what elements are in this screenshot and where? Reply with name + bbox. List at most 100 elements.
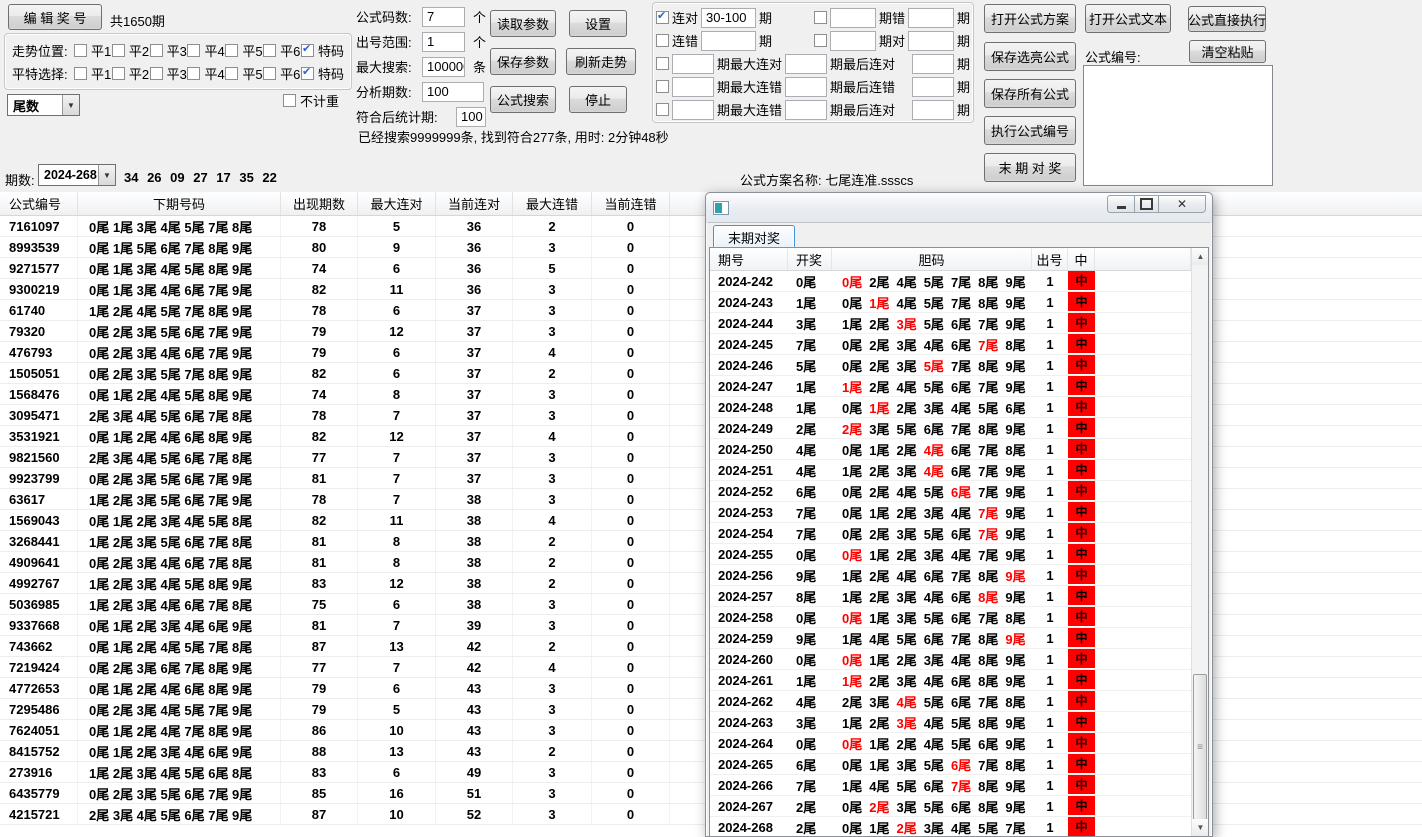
sel-check-平5[interactable]: 平5 [225,64,262,83]
checkbox-checked[interactable] [301,67,314,80]
close-icon[interactable] [1159,195,1206,213]
checkbox-unchecked[interactable] [187,67,200,80]
dialog-table-row[interactable]: 2024-2481尾0尾1尾2尾3尾4尾5尾6尾1中 [710,397,1191,418]
sel-check-平6[interactable]: 平6 [263,64,300,83]
pos-check-平3[interactable]: 平3 [150,41,187,60]
checkbox-unchecked[interactable] [263,44,276,57]
dialog-header-cell[interactable]: 期号 [710,248,788,270]
save-highlighted-formula-button[interactable]: 保存选亮公式 [984,42,1076,71]
dialog-table-row[interactable]: 2024-2537尾0尾1尾2尾3尾4尾7尾9尾1中 [710,502,1191,523]
dialog-titlebar[interactable] [706,193,1212,223]
dialog-table-row[interactable]: 2024-2633尾1尾2尾3尾4尾5尾8尾9尾1中 [710,712,1191,733]
dialog-table-row[interactable]: 2024-2667尾1尾4尾5尾6尾7尾8尾9尾1中 [710,775,1191,796]
condition-input[interactable] [785,100,827,120]
condition-input[interactable] [701,31,756,51]
maximize-button[interactable] [1135,195,1159,213]
main-header-cell[interactable]: 下期号码 [78,192,281,215]
last-period-check-button[interactable]: 末 期 对 奖 [984,153,1076,182]
sel-check-平1[interactable]: 平1 [74,64,111,83]
chevron-down-icon[interactable]: ▼ [98,165,115,185]
pos-check-平2[interactable]: 平2 [112,41,149,60]
param-input[interactable]: 100 [456,107,486,127]
condition-checkbox-unchecked[interactable] [656,57,669,70]
tail-type-dropdown[interactable]: 尾数 ▼ [7,94,80,116]
condition-input[interactable] [912,77,954,97]
exec-formula-number-button[interactable]: 执行公式编号 [984,116,1076,145]
checkbox-checked[interactable] [301,44,314,57]
checkbox-unchecked[interactable] [150,67,163,80]
main-header-cell[interactable]: 最大连对 [358,192,436,215]
checkbox-unchecked[interactable] [150,44,163,57]
dialog-table-row[interactable]: 2024-2465尾0尾2尾3尾5尾7尾8尾9尾1中 [710,355,1191,376]
checkbox-unchecked[interactable] [112,44,125,57]
dialog-header-cell[interactable]: 出号 [1032,248,1068,270]
pos-check-平6[interactable]: 平6 [263,41,300,60]
sel-check-平4[interactable]: 平4 [187,64,224,83]
condition-input[interactable] [672,54,714,74]
main-header-cell[interactable]: 当前连错 [592,192,670,215]
dialog-table-row[interactable]: 2024-2550尾0尾1尾2尾3尾4尾7尾9尾1中 [710,544,1191,565]
condition-input[interactable] [785,54,827,74]
scrollbar-thumb[interactable]: ≡ [1193,674,1207,820]
stop-button[interactable]: 停止 [569,86,627,113]
sel-check-平3[interactable]: 平3 [150,64,187,83]
save-params-button[interactable]: 保存参数 [490,48,556,75]
dialog-table-row[interactable]: 2024-2492尾2尾3尾5尾6尾7尾8尾9尾1中 [710,418,1191,439]
condition-checkbox-unchecked[interactable] [656,80,669,93]
period-dropdown[interactable]: 2024-268 ▼ [38,164,116,186]
condition-input[interactable] [912,54,954,74]
condition-input[interactable] [672,77,714,97]
sel-check-特码[interactable]: 特码 [301,64,344,83]
dialog-table-row[interactable]: 2024-2672尾0尾2尾3尾5尾6尾8尾9尾1中 [710,796,1191,817]
clear-paste-button[interactable]: 清空粘贴 [1189,40,1266,63]
param-input[interactable]: 100 [422,82,484,102]
dialog-table-row[interactable]: 2024-2514尾1尾2尾3尾4尾6尾7尾9尾1中 [710,460,1191,481]
condition-checkbox-unchecked[interactable] [814,11,827,24]
open-formula-text-button[interactable]: 打开公式文本 [1085,4,1171,33]
pos-check-平1[interactable]: 平1 [74,41,111,60]
checkbox-unchecked[interactable] [187,44,200,57]
dialog-table-row[interactable]: 2024-2431尾0尾1尾4尾5尾7尾8尾9尾1中 [710,292,1191,313]
dialog-table-row[interactable]: 2024-2569尾1尾2尾4尾6尾7尾8尾9尾1中 [710,565,1191,586]
main-header-cell[interactable]: 出现期数 [281,192,358,215]
condition-input[interactable] [912,100,954,120]
dialog-table-row[interactable]: 2024-2578尾1尾2尾3尾4尾6尾8尾9尾1中 [710,586,1191,607]
scroll-down-icon[interactable]: ▼ [1192,819,1209,836]
condition-input[interactable] [672,100,714,120]
dialog-table-row[interactable]: 2024-2600尾0尾1尾2尾3尾4尾8尾9尾1中 [710,649,1191,670]
dialog-table-row[interactable]: 2024-2504尾0尾1尾2尾4尾6尾7尾8尾1中 [710,439,1191,460]
main-header-cell[interactable]: 公式编号 [0,192,78,215]
read-params-button[interactable]: 读取参数 [490,10,556,37]
param-input[interactable]: 7 [422,7,465,27]
scroll-up-icon[interactable]: ▲ [1192,248,1209,265]
dialog-table-row[interactable]: 2024-2420尾0尾2尾4尾5尾7尾8尾9尾1中 [710,271,1191,292]
dialog-table-row[interactable]: 2024-2443尾1尾2尾3尾5尾6尾7尾9尾1中 [710,313,1191,334]
condition-checkbox-unchecked[interactable] [656,103,669,116]
dialog-scrollbar[interactable]: ▲ ≡ ▼ [1191,248,1208,836]
open-formula-scheme-button[interactable]: 打开公式方案 [984,4,1076,33]
dialog-header-cell[interactable]: 开奖 [788,248,832,270]
dialog-table-row[interactable]: 2024-2640尾0尾1尾2尾4尾5尾6尾9尾1中 [710,733,1191,754]
dialog-table-row[interactable]: 2024-2471尾1尾2尾4尾5尾6尾7尾9尾1中 [710,376,1191,397]
condition-input[interactable] [785,77,827,97]
checkbox-unchecked[interactable] [263,67,276,80]
dialog-header-cell[interactable]: 中 [1068,248,1095,270]
checkbox-unchecked[interactable] [225,44,238,57]
dialog-table-row[interactable]: 2024-2611尾1尾2尾3尾4尾6尾8尾9尾1中 [710,670,1191,691]
dialog-table-row[interactable]: 2024-2526尾0尾2尾4尾5尾6尾7尾9尾1中 [710,481,1191,502]
no-repeat-checkbox[interactable]: 不计重 [283,91,339,110]
checkbox-unchecked[interactable] [283,94,296,107]
formula-number-textarea[interactable] [1083,65,1273,186]
checkbox-unchecked[interactable] [225,67,238,80]
dialog-header-cell[interactable]: 胆码 [832,248,1032,270]
condition-checkbox-checked[interactable] [656,11,669,24]
dialog-table-row[interactable]: 2024-2580尾0尾1尾3尾5尾6尾7尾8尾1中 [710,607,1191,628]
formula-search-button[interactable]: 公式搜索 [490,86,556,113]
condition-checkbox-unchecked[interactable] [656,34,669,47]
dialog-table-row[interactable]: 2024-2547尾0尾2尾3尾5尾6尾7尾9尾1中 [710,523,1191,544]
formula-direct-exec-button[interactable]: 公式直接执行 [1188,6,1266,32]
condition-input[interactable] [830,31,876,51]
condition-checkbox-unchecked[interactable] [814,34,827,47]
dialog-table-row[interactable]: 2024-2457尾0尾2尾3尾4尾6尾7尾8尾1中 [710,334,1191,355]
pos-check-平4[interactable]: 平4 [187,41,224,60]
